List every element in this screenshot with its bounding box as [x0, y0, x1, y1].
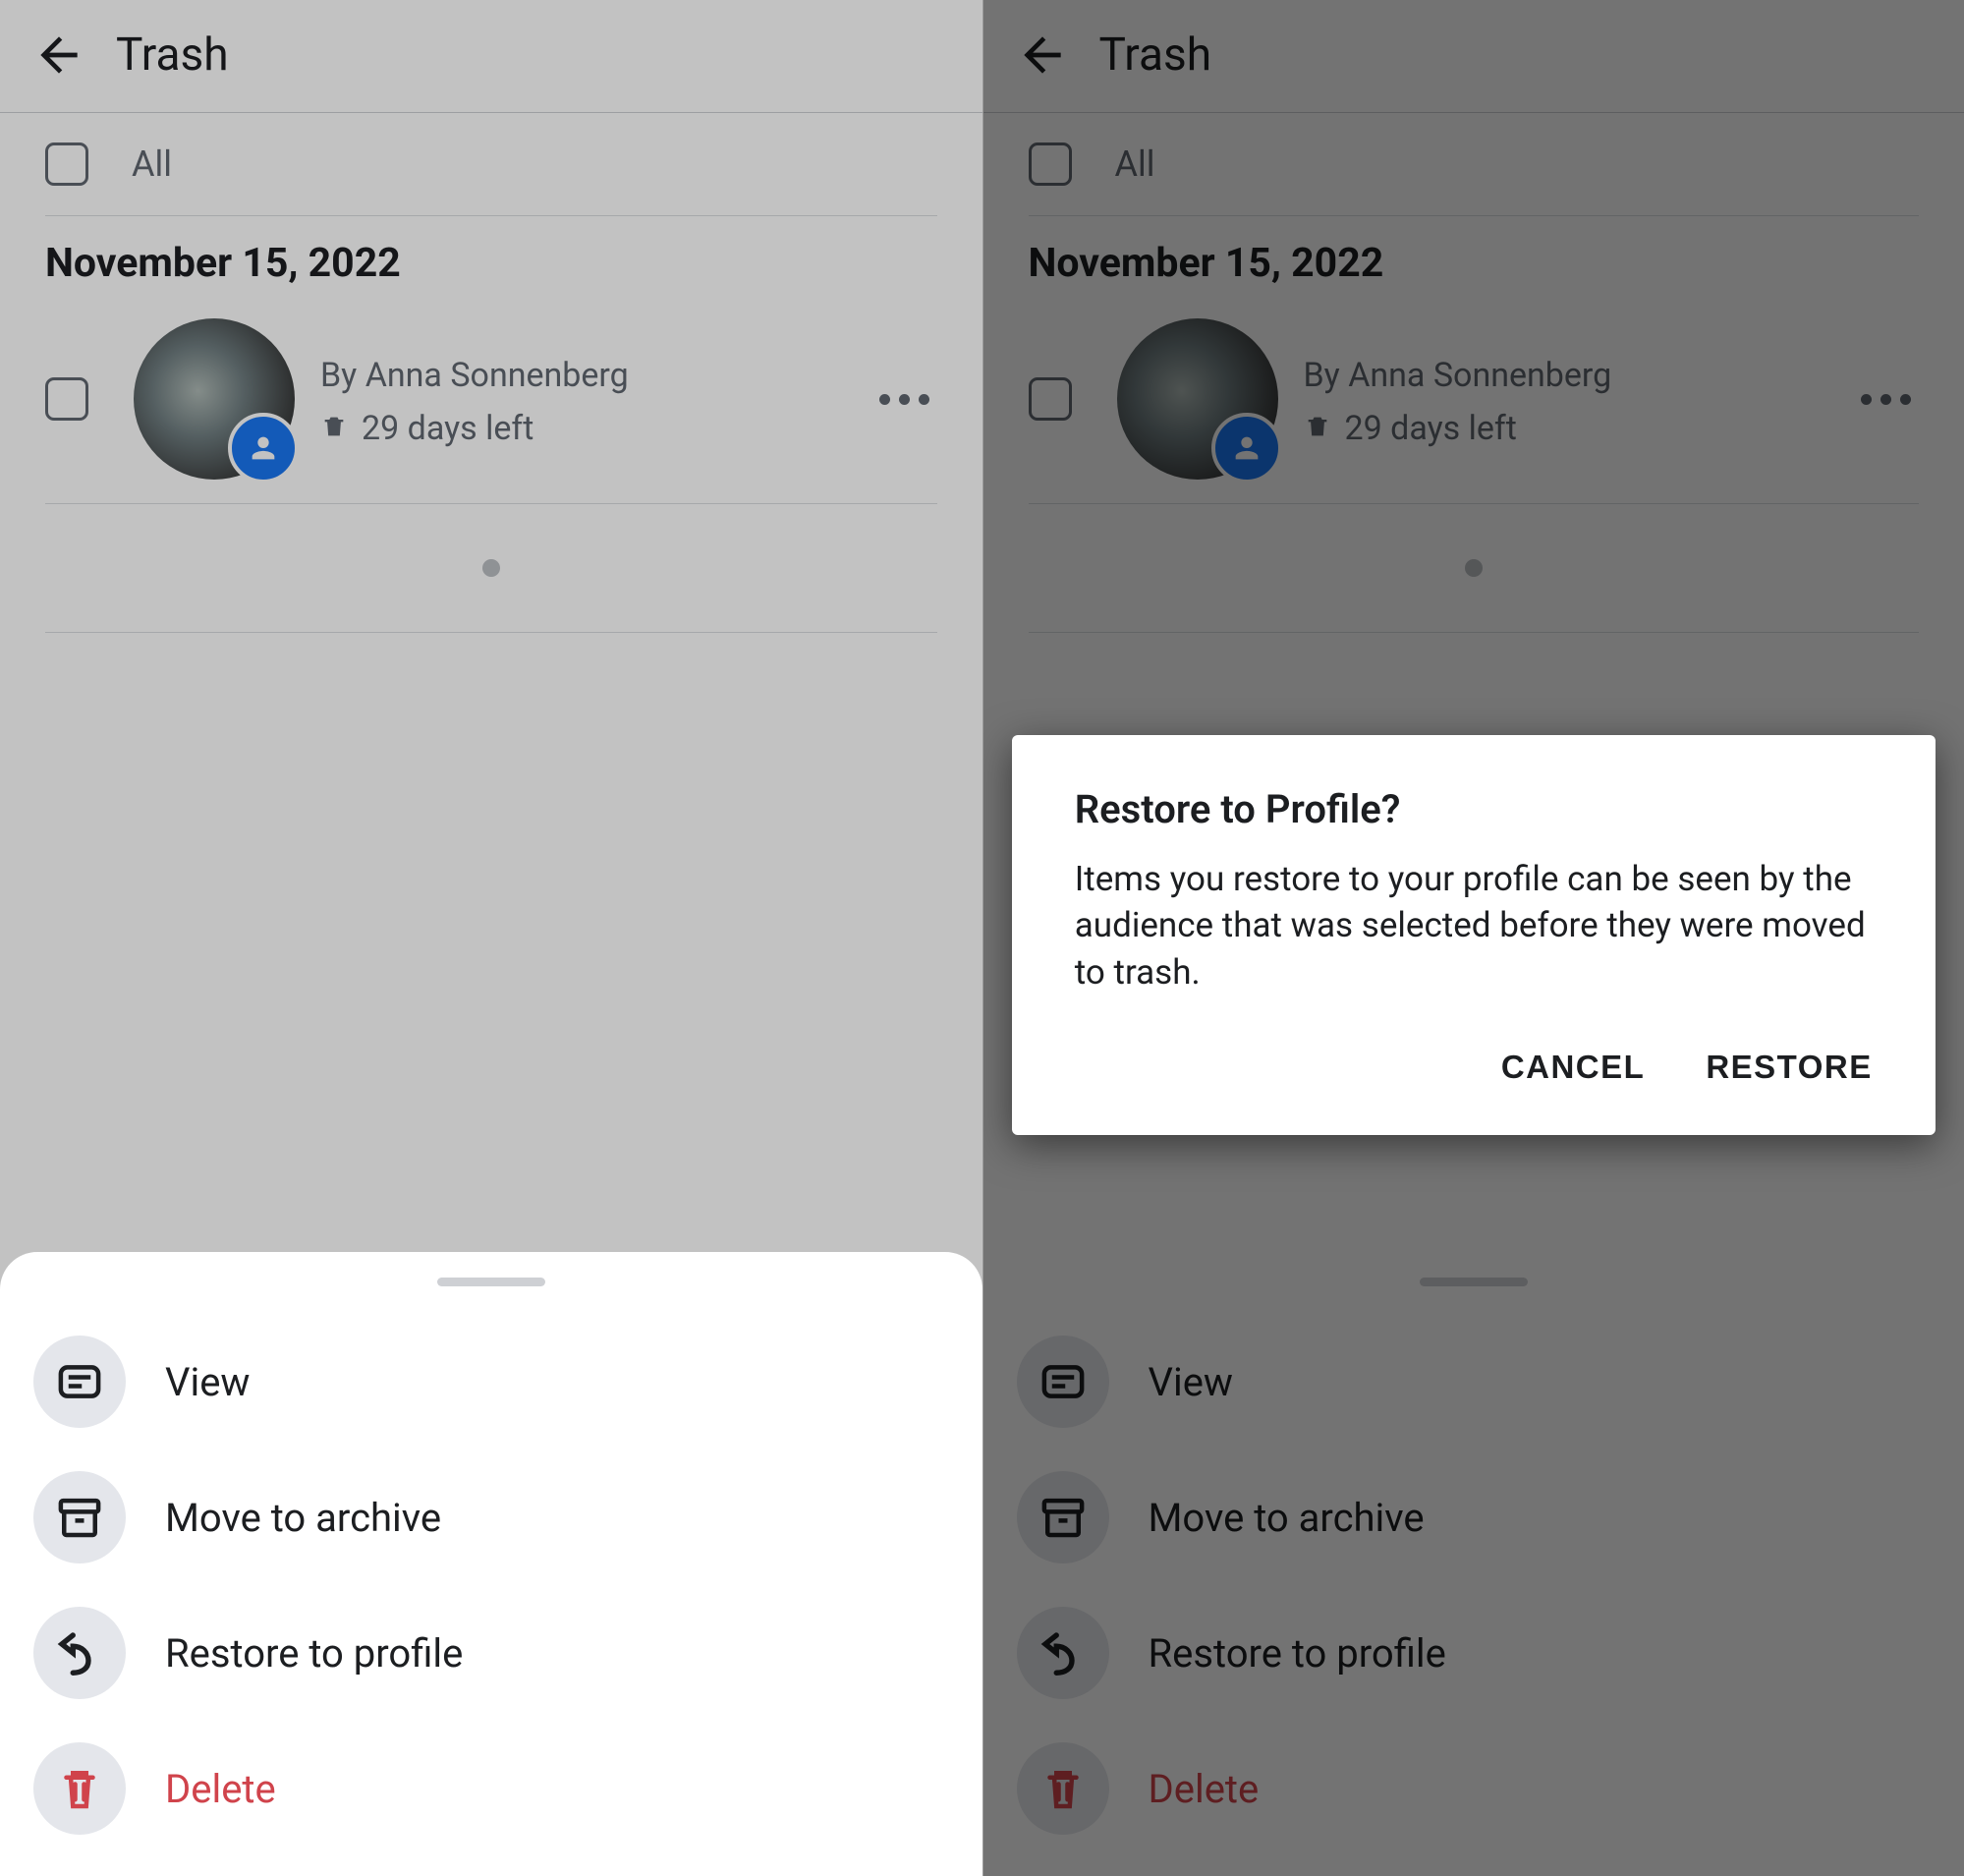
archive-icon	[33, 1471, 126, 1563]
sheet-view-label: View	[165, 1359, 250, 1405]
sheet-restore-label: Restore to profile	[1149, 1630, 1446, 1677]
sheet-handle[interactable]	[1420, 1278, 1528, 1286]
sheet-archive[interactable]: Move to archive	[33, 1450, 949, 1585]
action-sheet: View Move to archive Restore to profile …	[0, 1252, 982, 1876]
action-sheet: View Move to archive Restore to profile …	[983, 1252, 1964, 1876]
select-all-checkbox[interactable]	[1029, 142, 1072, 186]
item-byline: By Anna Sonnenberg	[320, 356, 879, 395]
person-badge-icon	[228, 413, 299, 483]
more-icon[interactable]	[1861, 394, 1919, 405]
cancel-button[interactable]: CANCEL	[1501, 1039, 1646, 1096]
dialog-title: Restore to Profile?	[1075, 786, 1873, 832]
sheet-archive-label: Move to archive	[1149, 1495, 1425, 1541]
select-all-label: All	[132, 143, 172, 185]
sheet-delete[interactable]: Delete	[1017, 1721, 1932, 1856]
loading-indicator	[1465, 559, 1483, 577]
restore-confirm-dialog: Restore to Profile? Items you restore to…	[1012, 735, 1936, 1135]
restore-icon	[33, 1607, 126, 1699]
sheet-restore[interactable]: Restore to profile	[33, 1585, 949, 1721]
restore-icon	[1017, 1607, 1109, 1699]
avatar	[1117, 318, 1278, 480]
back-arrow-icon[interactable]	[31, 28, 86, 83]
trash-item[interactable]: By Anna Sonnenberg 29 days left	[0, 305, 982, 503]
trash-item[interactable]: By Anna Sonnenberg 29 days left	[983, 305, 1964, 503]
more-icon[interactable]	[879, 394, 937, 405]
loading-indicator	[482, 559, 500, 577]
select-all-checkbox[interactable]	[45, 142, 88, 186]
select-all-label: All	[1115, 143, 1155, 185]
sheet-delete-label: Delete	[165, 1766, 276, 1812]
sheet-restore[interactable]: Restore to profile	[1017, 1585, 1932, 1721]
sheet-view-label: View	[1149, 1359, 1233, 1405]
date-header: November 15, 2022	[983, 216, 1964, 305]
sheet-restore-label: Restore to profile	[165, 1630, 463, 1677]
delete-icon	[1017, 1742, 1109, 1835]
trash-icon	[1304, 413, 1345, 444]
sheet-view[interactable]: View	[1017, 1314, 1932, 1450]
delete-icon	[33, 1742, 126, 1835]
days-left: 29 days left	[1345, 409, 1517, 448]
sheet-delete-label: Delete	[1149, 1766, 1260, 1812]
sheet-archive-label: Move to archive	[165, 1495, 441, 1541]
person-badge-icon	[1211, 413, 1282, 483]
sheet-view[interactable]: View	[33, 1314, 949, 1450]
item-checkbox[interactable]	[1029, 377, 1072, 421]
dialog-body: Items you restore to your profile can be…	[1075, 856, 1873, 995]
days-left: 29 days left	[362, 409, 533, 448]
avatar	[134, 318, 295, 480]
page-title: Trash	[1099, 28, 1212, 82]
item-byline: By Anna Sonnenberg	[1304, 356, 1862, 395]
sheet-handle[interactable]	[437, 1278, 545, 1286]
view-icon	[33, 1336, 126, 1428]
archive-icon	[1017, 1471, 1109, 1563]
date-header: November 15, 2022	[0, 216, 982, 305]
sheet-archive[interactable]: Move to archive	[1017, 1450, 1932, 1585]
item-checkbox[interactable]	[45, 377, 88, 421]
view-icon	[1017, 1336, 1109, 1428]
back-arrow-icon[interactable]	[1015, 28, 1070, 83]
restore-button[interactable]: RESTORE	[1706, 1039, 1872, 1096]
sheet-delete[interactable]: Delete	[33, 1721, 949, 1856]
page-title: Trash	[116, 28, 229, 82]
trash-icon	[320, 413, 362, 444]
